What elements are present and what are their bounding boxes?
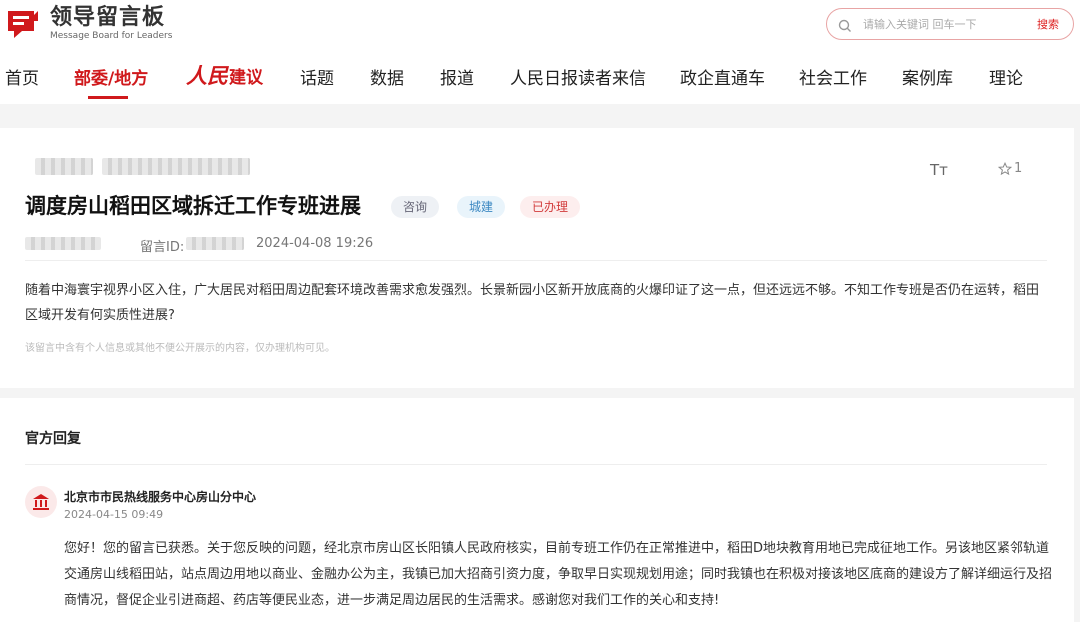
divider (25, 464, 1047, 465)
star-icon (998, 161, 1012, 175)
logo-subtitle: Message Board for Leaders (50, 31, 173, 41)
search-input[interactable] (863, 14, 1023, 34)
nav-item-topics[interactable]: 话题 (300, 64, 334, 89)
nav-item-label: 建议 (229, 67, 263, 88)
message-id-label: 留言ID: (140, 240, 185, 255)
reply-organization: 北京市市民热线服务中心房山分中心 (64, 490, 257, 504)
message-title: 调度房山稻田区域拆迁工作专班进展 (25, 194, 361, 218)
nav-brush-logo: 人民 (186, 63, 228, 88)
message-datetime: 2024-04-08 19:26 (256, 236, 374, 251)
reply-content: 您好！您的留言已获悉。关于您反映的问题，经北京市房山区长阳镇人民政府核实，目前专… (64, 541, 1053, 608)
redacted-author (25, 237, 101, 250)
favorite-button[interactable]: 1 (998, 161, 1022, 176)
search-icon[interactable] (838, 18, 852, 32)
nav-item-case-library[interactable]: 案例库 (902, 64, 953, 89)
nav-item-people-suggestions[interactable]: 人民 建议 (186, 60, 263, 90)
redacted-breadcrumb (102, 158, 250, 175)
nav-item-home[interactable]: 首页 (5, 64, 39, 89)
site-logo[interactable]: 领导留言板 Message Board for Leaders (4, 4, 172, 44)
privacy-notice: 该留言中含有个人信息或其他不便公开展示的内容，仅办理机构可见。 (25, 343, 335, 354)
nav-item-readers-letters[interactable]: 人民日报读者来信 (510, 64, 646, 89)
nav-item-ministries[interactable]: 部委/地方 (74, 64, 148, 89)
official-reply-card: 官方回复 北京市市民热线服务中心房山分中心 2024-04-15 09:49 您… (0, 398, 1074, 622)
nav-item-data[interactable]: 数据 (370, 64, 404, 89)
messageboard-logo-icon (4, 5, 42, 43)
nav-item-reports[interactable]: 报道 (440, 64, 474, 89)
nav-active-underline (88, 96, 128, 99)
nav-item-enterprise[interactable]: 政企直通车 (680, 64, 765, 89)
avatar (25, 486, 57, 518)
tag-domain: 城建 (457, 196, 506, 218)
message-card: Tт 1 调度房山稻田区域拆迁工作专班进展 咨询 城建 已办理 留言ID: 20… (0, 128, 1074, 388)
favorite-count: 1 (1014, 161, 1023, 176)
reply-datetime: 2024-04-15 09:49 (64, 508, 164, 521)
font-size-toggle[interactable]: Tт (930, 161, 948, 179)
main-nav: 首页 部委/地方 人民 建议 话题 数据 报道 人民日报读者来信 政企直通车 社会… (0, 63, 1080, 100)
redacted-message-id (186, 237, 244, 250)
status-badge: 已办理 (520, 196, 581, 218)
nav-item-social-work[interactable]: 社会工作 (799, 64, 867, 89)
government-building-icon (33, 494, 49, 510)
tag-category: 咨询 (391, 196, 440, 218)
search-box: 搜索 (826, 8, 1074, 40)
search-button[interactable]: 搜索 (1037, 16, 1059, 32)
divider (25, 260, 1047, 261)
nav-item-theory[interactable]: 理论 (989, 64, 1023, 89)
redacted-breadcrumb (35, 158, 93, 175)
top-header: 领导留言板 Message Board for Leaders 搜索 首页 部委… (0, 0, 1080, 104)
message-content: 随着中海寰宇视界小区入住，广大居民对稻田周边配套环境改善需求愈发强烈。长景新园小… (25, 283, 1040, 323)
logo-title: 领导留言板 (50, 5, 166, 30)
reply-heading: 官方回复 (25, 431, 81, 447)
